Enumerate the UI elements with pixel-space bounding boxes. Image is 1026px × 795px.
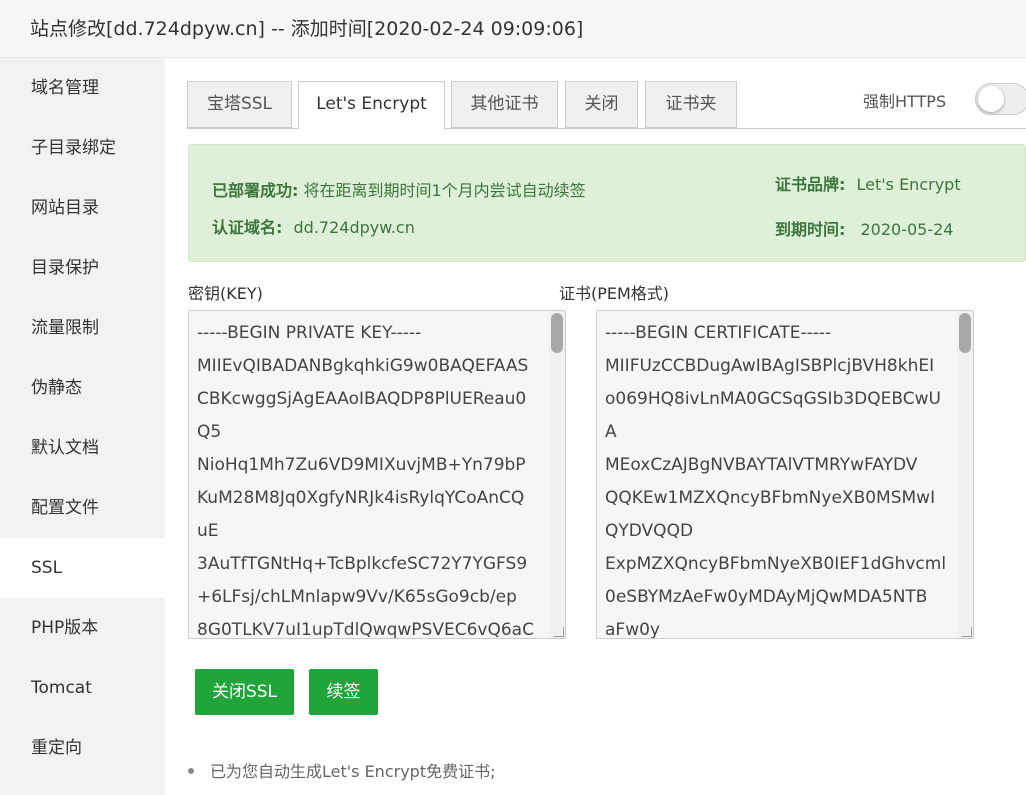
private-key-textarea[interactable]: -----BEGIN PRIVATE KEY----- MIIEvQIBADAN… <box>188 310 566 639</box>
sidebar-item-default-doc[interactable]: 默认文档 <box>0 418 165 478</box>
deployed-key: 已部署成功: <box>212 181 299 200</box>
tab-cert-folder[interactable]: 证书夹 <box>645 81 737 128</box>
cert-scrollbar[interactable] <box>957 311 973 638</box>
tab-other-cert[interactable]: 其他证书 <box>451 81 558 128</box>
tab-bt-ssl[interactable]: 宝塔SSL <box>187 81 292 128</box>
brand-key: 证书品牌: <box>775 175 846 194</box>
sidebar-item-domain[interactable]: 域名管理 <box>0 58 165 118</box>
certificate-text: -----BEGIN CERTIFICATE----- MIIFUzCCBDug… <box>605 323 947 639</box>
tab-close[interactable]: 关闭 <box>565 81 638 128</box>
force-https-label: 强制HTTPS <box>863 92 947 111</box>
force-https-toggle[interactable] <box>975 83 1026 115</box>
close-ssl-button[interactable]: 关闭SSL <box>195 669 294 715</box>
sidebar-item-redirect[interactable]: 重定向 <box>0 718 165 778</box>
tab-lets-encrypt[interactable]: Let's Encrypt <box>298 81 445 130</box>
sidebar: 域名管理 子目录绑定 网站目录 目录保护 流量限制 伪静态 默认文档 配置文件 … <box>0 58 165 795</box>
certificate-textarea[interactable]: -----BEGIN CERTIFICATE----- MIIFUzCCBDug… <box>596 310 974 639</box>
sidebar-item-site-dir[interactable]: 网站目录 <box>0 178 165 238</box>
private-key-text: -----BEGIN PRIVATE KEY----- MIIEvQIBADAN… <box>197 323 534 639</box>
toggle-knob <box>978 86 1004 112</box>
sidebar-item-ssl[interactable]: SSL <box>0 538 165 598</box>
cert-field-label: 证书(PEM格式) <box>559 284 670 303</box>
note-text: 已为您自动生成Let's Encrypt免费证书; <box>210 762 496 781</box>
sidebar-item-rewrite[interactable]: 伪静态 <box>0 358 165 418</box>
sidebar-item-subdirectory[interactable]: 子目录绑定 <box>0 118 165 178</box>
sidebar-item-php-version[interactable]: PHP版本 <box>0 598 165 658</box>
renew-button[interactable]: 续签 <box>309 669 378 715</box>
dialog-title: 站点修改[dd.724dpyw.cn] -- 添加时间[2020-02-24 0… <box>30 18 584 40</box>
sidebar-item-config[interactable]: 配置文件 <box>0 478 165 538</box>
domain-value: dd.724dpyw.cn <box>293 218 415 237</box>
bullet-icon <box>188 767 194 774</box>
sidebar-item-tomcat[interactable]: Tomcat <box>0 658 165 718</box>
key-resize-handle[interactable] <box>554 627 564 637</box>
sidebar-item-dir-protect[interactable]: 目录保护 <box>0 238 165 298</box>
domain-key: 认证域名: <box>212 218 283 237</box>
key-field-label: 密钥(KEY) <box>188 284 263 303</box>
expiry-value: 2020-05-24 <box>860 220 954 239</box>
cert-resize-handle[interactable] <box>962 627 972 637</box>
brand-value: Let's Encrypt <box>856 175 961 194</box>
note-item: 已为您自动生成Let's Encrypt免费证书; <box>188 758 496 782</box>
deployed-value: 将在距离到期时间1个月内尝试自动续签 <box>303 181 586 200</box>
cert-scroll-thumb[interactable] <box>959 313 971 353</box>
sidebar-item-traffic-limit[interactable]: 流量限制 <box>0 298 165 358</box>
key-scroll-thumb[interactable] <box>551 313 563 353</box>
key-scrollbar[interactable] <box>549 311 565 638</box>
ssl-status-alert: 已部署成功: 将在距离到期时间1个月内尝试自动续签 认证域名: dd.724dp… <box>188 144 1026 262</box>
title-bar: 站点修改[dd.724dpyw.cn] -- 添加时间[2020-02-24 0… <box>0 0 1026 58</box>
expiry-key: 到期时间: <box>775 220 846 239</box>
